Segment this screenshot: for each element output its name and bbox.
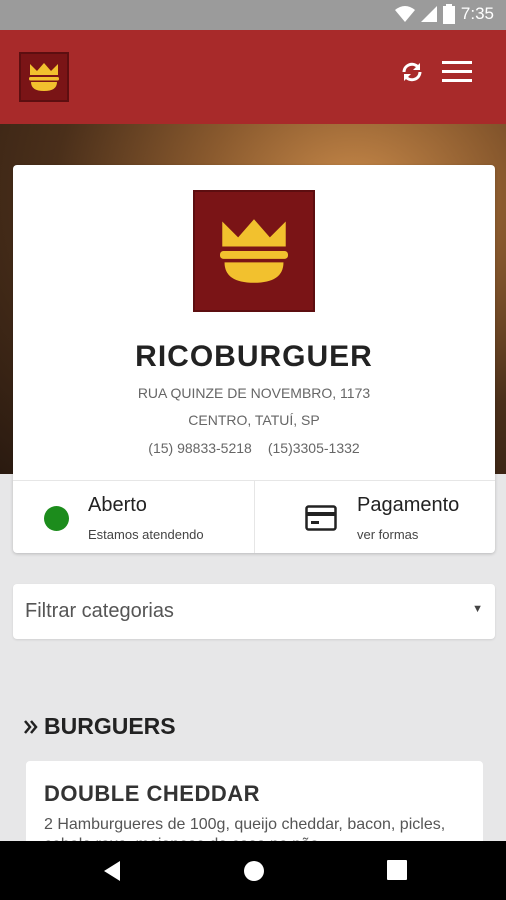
home-icon[interactable]: [243, 860, 265, 882]
shop-phones: (15) 98833-5218 (15)3305-1332: [13, 440, 495, 456]
credit-card-icon: [305, 505, 337, 531]
section-title-text: BURGUERS: [44, 713, 176, 739]
signal-icon: [420, 6, 437, 22]
open-status-dot: [44, 506, 69, 531]
payment-subtitle: ver formas: [357, 527, 419, 542]
back-icon[interactable]: [102, 860, 122, 882]
status-bar: 7:35: [0, 0, 506, 30]
status-time: 7:35: [460, 4, 494, 23]
menu-icon[interactable]: [442, 61, 472, 83]
crown-burger-logo[interactable]: [19, 52, 69, 102]
shop-phone-2[interactable]: (15)3305-1332: [268, 440, 360, 456]
category-filter-label: Filtrar categorias: [25, 600, 174, 622]
category-filter-select[interactable]: Filtrar categorias ▼: [13, 584, 495, 639]
open-status-subtitle: Estamos atendendo: [88, 527, 204, 542]
wifi-icon: [394, 6, 415, 22]
battery-icon: [442, 4, 455, 24]
open-status-title: Aberto: [88, 494, 147, 516]
product-card[interactable]: DOUBLE CHEDDAR 2 Hamburgueres de 100g, q…: [26, 761, 483, 851]
shop-card: RICOBURGUER RUA QUINZE DE NOVEMBRO, 1173…: [13, 165, 495, 553]
shop-name: RICOBURGUER: [135, 340, 373, 373]
recents-icon[interactable]: [387, 860, 407, 880]
chevron-down-icon: ▼: [472, 603, 483, 615]
shop-logo: [193, 190, 315, 312]
shop-address-line2: CENTRO, TATUÍ, SP: [188, 412, 320, 428]
navigation-bar: [0, 841, 506, 900]
shop-address-line1: RUA QUINZE DE NOVEMBRO, 1173: [137, 385, 371, 401]
app-bar: [0, 30, 506, 124]
refresh-icon[interactable]: [400, 60, 424, 84]
info-row: Aberto Estamos atendendo Pagamento ver f…: [13, 480, 495, 553]
payment-title: Pagamento: [357, 494, 460, 516]
double-chevron-right-icon: [24, 719, 38, 734]
shop-phone-1[interactable]: (15) 98833-5218: [148, 440, 252, 456]
section-title: BURGUERS: [24, 713, 176, 740]
open-status: Aberto Estamos atendendo: [13, 481, 254, 553]
payment-button[interactable]: Pagamento ver formas: [254, 481, 495, 553]
product-name: DOUBLE CHEDDAR: [44, 781, 260, 806]
